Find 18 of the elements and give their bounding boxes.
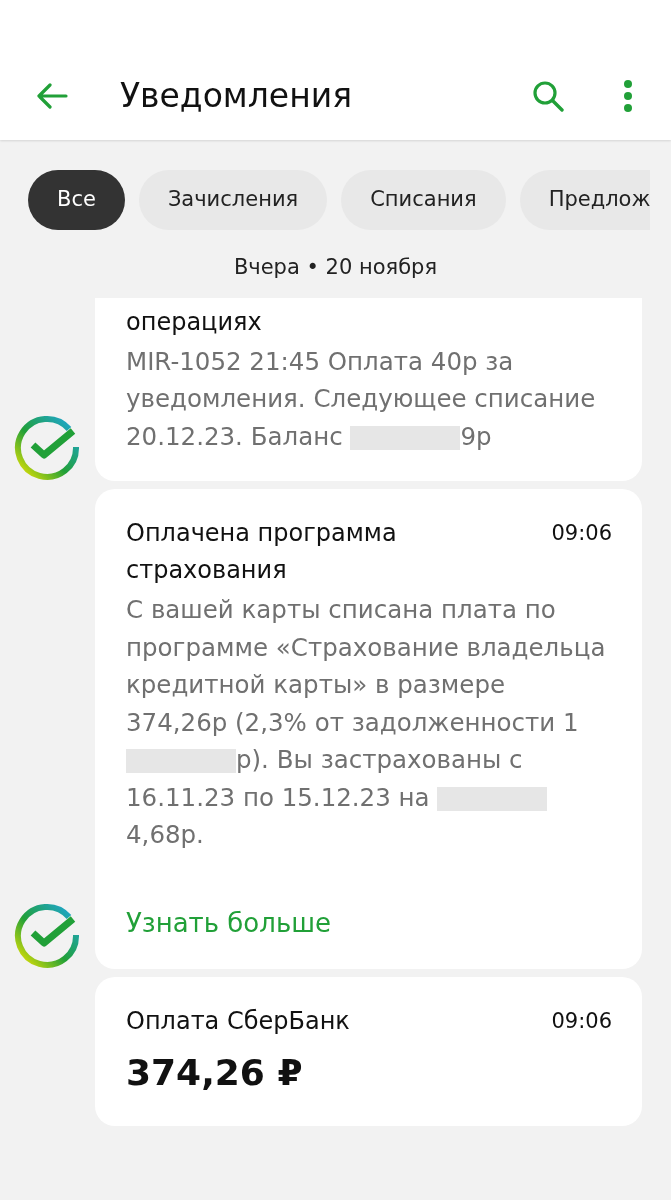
screen-title: Уведомления <box>120 75 353 118</box>
filter-chip[interactable]: Списания <box>341 170 506 230</box>
notification-time: 09:06 <box>551 1007 612 1035</box>
notification-time: 09:06 <box>551 520 612 547</box>
notification-text: С вашей карты списана плата по программе «Страхование владельца кредитной карты» в размере 374,26р (2,3% от задолженности 1 р). Вы застрахованы с 16.11.23 по 15.12.23 на 4,68р. <box>126 594 607 851</box>
filter-chip[interactable]: Все <box>28 170 125 230</box>
search-icon[interactable] <box>532 80 564 112</box>
notification-title: операциях <box>126 306 262 338</box>
notification-title: Оплачена программа страхования <box>126 518 398 586</box>
amount: 374,26 ₽ <box>126 1050 304 1095</box>
notification-text: MIR-1052 21:45 Оплата 40р за уведомления. Следующее списание 20.12.23. Баланс 9р <box>126 345 597 453</box>
filter-chip[interactable]: Предлож <box>519 170 651 230</box>
notification-title: Оплата СберБанк <box>126 1005 350 1037</box>
date-header: Вчера • 20 ноября <box>232 254 439 281</box>
more-icon[interactable] <box>623 80 633 112</box>
logo-icon <box>13 413 81 481</box>
filter-chip[interactable]: Зачисления <box>138 170 328 230</box>
back-icon[interactable] <box>36 83 68 109</box>
